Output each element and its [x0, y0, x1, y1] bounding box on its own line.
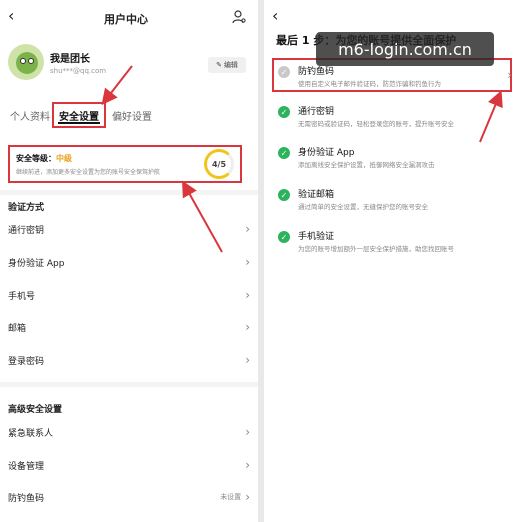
option-title: 验证邮箱 [298, 190, 335, 200]
chevron-right-icon: › [245, 458, 250, 472]
option-title: 手机验证 [298, 232, 335, 242]
check-circle-icon: ✓ [278, 189, 290, 201]
divider [0, 190, 258, 195]
option-desc: 无需密码或验证码，轻松登录您的账号，提升账号安全 [298, 120, 454, 128]
tab-preferences[interactable]: 偏好设置 [112, 108, 152, 123]
verify-item-passkey[interactable]: 通行密钥 › [8, 221, 250, 237]
advanced-section-title: 高级安全设置 [8, 405, 63, 415]
verify-item-login-password[interactable]: 登录密码 › [8, 352, 250, 368]
check-circle-icon: ✓ [278, 147, 290, 159]
profile-name: 我是团长 [50, 54, 90, 65]
chevron-right-icon: › [245, 320, 250, 334]
user-center-panel: ‹ 用户中心 我是团长 shu***@qq.com ✎ 编辑 个人资料 安全设置… [0, 0, 258, 522]
back-icon[interactable]: ‹ [272, 6, 278, 25]
chevron-right-icon: › [245, 255, 250, 269]
page-title: 用户中心 [104, 13, 148, 26]
option-desc: 使用自定义电子邮件验证码，防范诈骗和钓鱼行为 [298, 80, 441, 88]
option-desc: 为您的账号增加额外一层安全保护措施，助您找回账号 [298, 245, 454, 253]
edit-label: 编辑 [223, 61, 238, 69]
verify-item-email[interactable]: 邮箱 › [8, 319, 250, 335]
advanced-item-emergency-contact[interactable]: 紧急联系人 › [8, 424, 250, 440]
option-desc: 通过简单的安全设置，无缝保护您的账号安全 [298, 203, 428, 211]
security-level-desc: 继续前进，添加更多安全设置为您的账号安全保驾护航 [16, 169, 161, 176]
row-label: 防钓鱼码 [8, 493, 45, 504]
verify-section-title: 验证方式 [8, 203, 45, 213]
advanced-item-device-management[interactable]: 设备管理 › [8, 457, 250, 473]
back-icon[interactable]: ‹ [8, 6, 14, 25]
security-setup-panel: ‹ 最后 1 步：为您的账号提供全面保护 ✓ 防钓鱼码 使用自定义电子邮件验证码… [264, 0, 520, 522]
anti-phishing-status: 未设置 [220, 493, 242, 501]
row-label: 身份验证 App [8, 258, 65, 269]
row-label: 紧急联系人 [8, 428, 54, 439]
edit-icon: ✎ [216, 61, 222, 69]
verify-item-authenticator-app[interactable]: 身份验证 App › [8, 254, 250, 270]
profile-email: shu***@qq.com [50, 67, 107, 75]
check-circle-icon: ✓ [278, 231, 290, 243]
row-label: 登录密码 [8, 356, 45, 367]
chevron-right-icon: › [245, 288, 250, 302]
option-title: 身份验证 App [298, 148, 355, 158]
row-label: 设备管理 [8, 461, 45, 472]
advanced-item-anti-phishing-code[interactable]: 防钓鱼码 未设置 › [8, 489, 250, 505]
check-circle-icon: ✓ [278, 106, 290, 118]
edit-button[interactable]: ✎ 编辑 [208, 57, 246, 73]
verify-item-phone[interactable]: 手机号 › [8, 287, 250, 303]
option-title: 通行密钥 [298, 107, 335, 117]
check-circle-icon: ✓ [278, 66, 290, 78]
row-label: 手机号 [8, 291, 36, 302]
row-label: 邮箱 [8, 323, 27, 334]
security-level-title: 安全等级：中级 [16, 154, 72, 163]
chevron-right-icon: › [245, 353, 250, 367]
security-score-ring: 4/5 [204, 149, 234, 179]
chevron-right-icon: › [245, 222, 250, 236]
tab-personal-info[interactable]: 个人资料 [10, 108, 50, 123]
user-settings-icon[interactable] [232, 9, 246, 24]
security-level-card[interactable]: 安全等级：中级 继续前进，添加更多安全设置为您的账号安全保驾护航 4/5 [8, 145, 242, 183]
divider [0, 382, 258, 387]
row-label: 通行密钥 [8, 225, 45, 236]
avatar[interactable] [8, 44, 44, 80]
chevron-right-icon: › [245, 425, 250, 439]
chevron-right-icon: › [507, 68, 512, 82]
chevron-right-icon: › [245, 490, 250, 504]
watermark: m6-login.com.cn [316, 32, 494, 66]
highlight-box [52, 102, 106, 128]
option-desc: 添加离线安全保护设置，抵御网络安全漏洞攻击 [298, 161, 435, 169]
security-level-value: 中级 [56, 154, 72, 163]
